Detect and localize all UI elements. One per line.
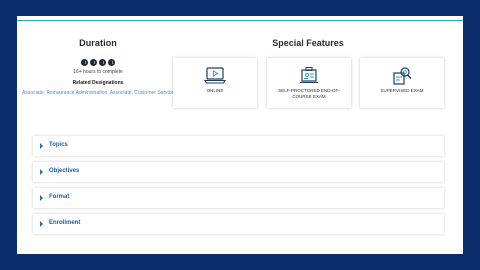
supervised-exam-icon <box>391 67 413 90</box>
clock-dot-icon <box>99 59 106 66</box>
special-features-title: Special Features <box>272 38 344 48</box>
duration-hours: 16+ hours to complete <box>73 69 123 75</box>
accordion-objectives[interactable]: Objectives <box>33 162 444 182</box>
clock-dot-icon <box>90 59 97 66</box>
feature-label: ONLINE <box>206 88 224 93</box>
accordion-enrollment[interactable]: Enrollment <box>33 214 444 234</box>
caret-right-icon <box>40 143 43 149</box>
caret-right-icon <box>40 221 43 227</box>
related-designations-link[interactable]: Associate, Reinsurance Administration, A… <box>17 90 179 96</box>
caret-right-icon <box>40 195 43 201</box>
exam-screen-icon <box>298 67 320 90</box>
duration-title: Duration <box>79 38 117 48</box>
feature-label: SUPERVISED EXAM <box>380 88 424 93</box>
accordion-topics[interactable]: Topics <box>33 136 444 156</box>
laptop-play-icon <box>204 67 226 90</box>
clock-dot-icon <box>81 59 88 66</box>
top-divider <box>17 20 463 21</box>
feature-card-online: ONLINE <box>173 58 257 108</box>
accordion-label: Topics <box>49 142 68 148</box>
feature-card-supervised-exam: SUPERVISED EXAM <box>360 58 444 108</box>
duration-section: Duration 16+ hours to complete Related D… <box>17 38 179 96</box>
accordion-format[interactable]: Format <box>33 188 444 208</box>
caret-right-icon <box>40 169 43 175</box>
accordion-label: Enrollment <box>49 220 81 226</box>
accordion-label: Format <box>49 194 70 200</box>
feature-card-self-proctored-exam: SELF-PROCTORED END-OF-COURSE EXAM <box>267 58 351 108</box>
feature-label: SELF-PROCTORED END-OF-COURSE EXAM <box>278 88 340 99</box>
accordion-label: Objectives <box>49 168 80 174</box>
related-designations-label: Related Designations <box>72 80 124 86</box>
clock-dot-icon <box>108 59 115 66</box>
duration-rating <box>17 59 179 66</box>
